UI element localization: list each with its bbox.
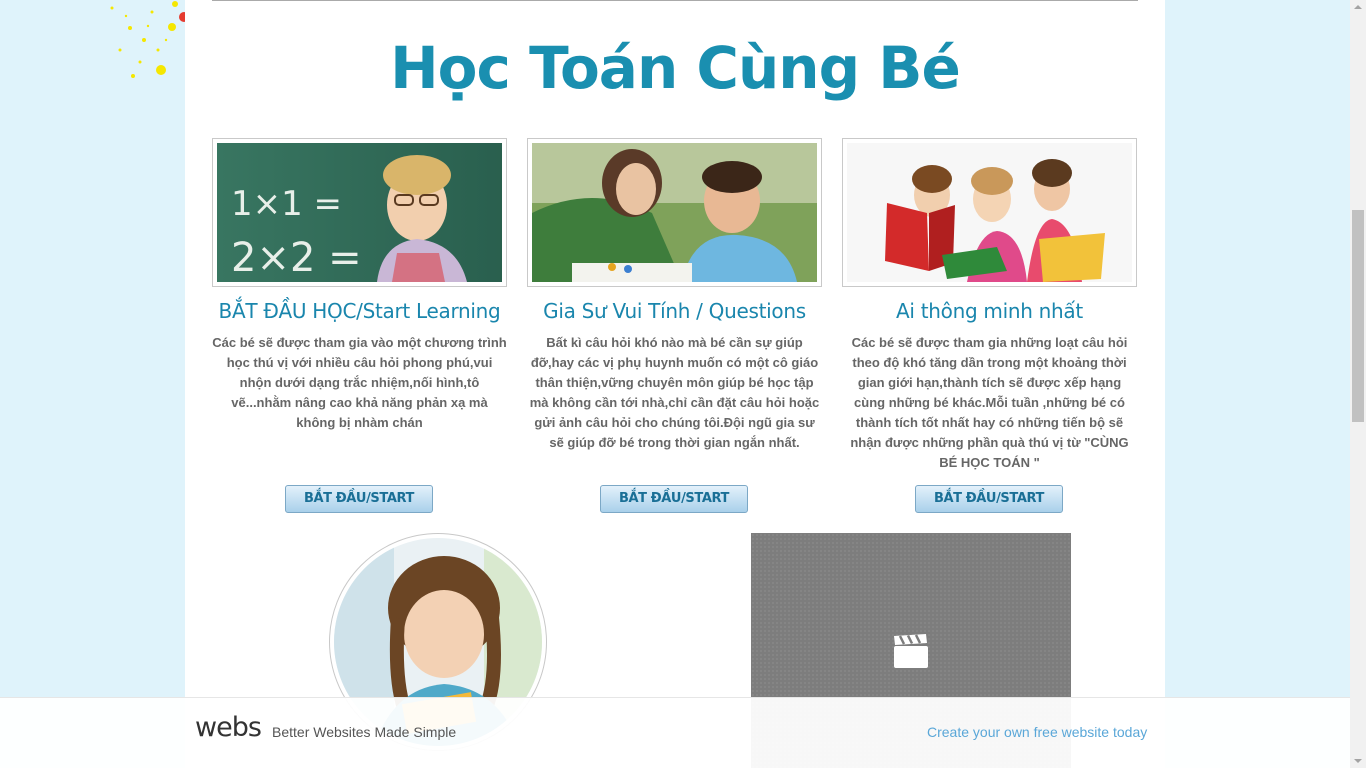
webs-logo[interactable]: webs — [195, 712, 262, 743]
start-button[interactable]: BẮT ĐẦU/START — [285, 485, 433, 513]
card-image-frame[interactable] — [842, 138, 1137, 287]
start-button[interactable]: BẮT ĐẦU/START — [600, 485, 748, 513]
card-tutor-questions: Gia Sư Vui Tính / Questions Bất kì câu h… — [527, 138, 822, 453]
tutor-with-boy-photo — [532, 143, 817, 282]
card-smartest: Ai thông minh nhất Các bé sẽ được tham g… — [842, 138, 1137, 473]
scroll-up-icon[interactable] — [1354, 5, 1362, 9]
card-title[interactable]: Gia Sư Vui Tính / Questions — [527, 299, 822, 323]
scrollbar-thumb[interactable] — [1352, 210, 1364, 422]
card-description: Các bé sẽ được tham gia vào một chương t… — [212, 335, 507, 430]
boy-at-chalkboard-photo: 1×1 = 2×2 = — [217, 143, 502, 282]
card-image-frame[interactable]: 1×1 = 2×2 = — [212, 138, 507, 287]
card-start-learning: 1×1 = 2×2 = BẮT ĐẦU HỌC/Start Learning C… — [212, 138, 507, 433]
card-title[interactable]: Ai thông minh nhất — [842, 299, 1137, 323]
svg-text:1×1 =: 1×1 = — [231, 184, 342, 224]
card-title[interactable]: BẮT ĐẦU HỌC/Start Learning — [212, 299, 507, 323]
vertical-scrollbar[interactable] — [1350, 0, 1366, 768]
clapperboard-icon — [894, 634, 928, 668]
card-image-frame[interactable] — [527, 138, 822, 287]
divider — [212, 0, 1138, 1]
card-description: Các bé sẽ được tham gia những loạt câu h… — [850, 335, 1129, 470]
webs-footer-banner: webs Better Websites Made Simple Create … — [0, 697, 1350, 768]
svg-text:2×2 =: 2×2 = — [231, 235, 362, 281]
scroll-down-icon[interactable] — [1354, 759, 1362, 763]
start-button[interactable]: BẮT ĐẦU/START — [915, 485, 1063, 513]
girls-reading-books-photo — [847, 143, 1132, 282]
footer-tagline: Better Websites Made Simple — [272, 724, 457, 740]
card-description: Bất kì câu hỏi khó nào mà bé cần sự giúp… — [529, 335, 820, 450]
content-panel: Học Toán Cùng Bé 1×1 = 2×2 = BẮT ĐẦU HỌC… — [185, 0, 1165, 768]
confetti-decoration — [110, 1, 189, 78]
create-website-link[interactable]: Create your own free website today — [927, 724, 1147, 740]
page-title: Học Toán Cùng Bé — [390, 34, 961, 102]
